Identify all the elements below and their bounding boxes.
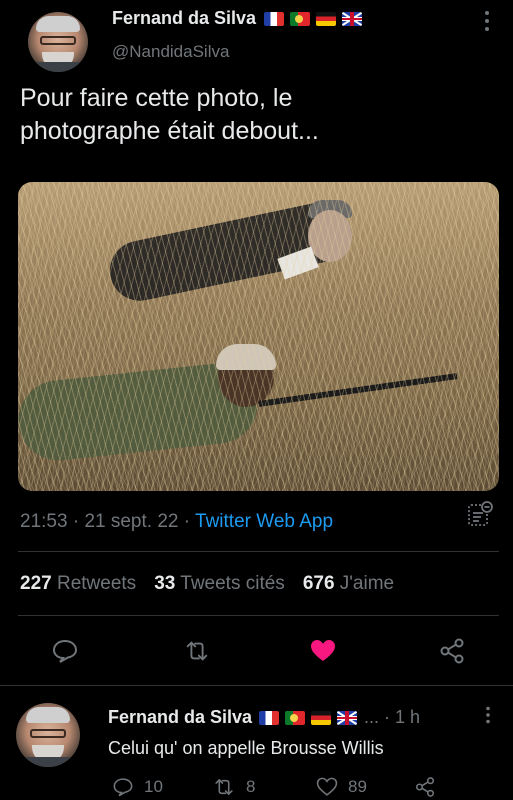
likes-stat[interactable]: 676 J'aime <box>303 573 394 595</box>
tweet-date: 21 sept. 22 <box>84 511 179 532</box>
avatar-glasses <box>40 36 76 45</box>
retweet-icon <box>215 779 233 795</box>
tweet-source-app[interactable]: Twitter Web App <box>195 511 333 532</box>
portugal-flag-icon <box>285 710 306 725</box>
reply-text: Celui qu' on appelle Brousse Willis <box>108 738 384 758</box>
reply-reply-action[interactable]: 10 <box>112 776 163 798</box>
quotes-label: Tweets cités <box>180 573 285 594</box>
tweet-time: 21:53 <box>20 511 68 532</box>
author-header: Fernand da Silva <box>112 8 363 29</box>
uk-flag-icon <box>337 710 358 725</box>
meta-sep-2: · <box>183 511 191 532</box>
heart-icon[interactable] <box>309 637 337 665</box>
tweet-photo[interactable] <box>18 182 499 491</box>
reply-share-action[interactable] <box>414 776 436 798</box>
avatar-hair <box>36 16 80 32</box>
author-name[interactable]: Fernand da Silva <box>112 8 256 29</box>
likes-label: J'aime <box>339 573 395 594</box>
reply-like-action[interactable]: 89 <box>316 776 367 798</box>
avatar-shirt <box>28 62 88 72</box>
retweet-icon[interactable] <box>183 637 211 665</box>
divider-1 <box>18 551 499 552</box>
france-flag-icon <box>259 710 280 725</box>
likes-count: 676 <box>302 573 335 594</box>
reply-time: ... · 1 h <box>364 707 421 727</box>
divider-2 <box>18 615 499 616</box>
author-handle[interactable]: @NandidaSilva <box>112 42 229 62</box>
author-avatar[interactable] <box>28 12 88 72</box>
share-icon[interactable] <box>438 637 466 665</box>
tweet-text-line1: Pour faire cette photo, le <box>20 84 293 112</box>
portugal-flag-icon <box>290 11 311 26</box>
retweets-count: 227 <box>20 573 52 594</box>
share-icon <box>415 777 435 797</box>
reply-author-avatar[interactable] <box>16 703 80 767</box>
meta-sep-1: · <box>72 511 80 532</box>
france-flag-icon <box>264 11 285 26</box>
retweets-stat[interactable]: 227 Retweets <box>20 573 136 595</box>
reply-replies-count: 10 <box>144 777 163 796</box>
avatar-hair <box>26 707 70 723</box>
more-vertical-icon[interactable] <box>482 10 492 32</box>
reply-icon[interactable] <box>51 637 79 665</box>
reply-author-name[interactable]: Fernand da Silva <box>108 707 252 728</box>
reply-header: Fernand da Silva ... · 1 h <box>108 707 420 728</box>
tweet-stats: 227 Retweets 33 Tweets cités 676 J'aime <box>20 573 394 595</box>
retweets-label: Retweets <box>56 573 137 594</box>
quotes-stat[interactable]: 33 Tweets cités <box>154 573 285 595</box>
heart-outline-icon <box>316 777 338 796</box>
reply-retweets-count: 8 <box>246 777 256 796</box>
reply-icon <box>113 778 133 797</box>
avatar-glasses <box>30 729 66 738</box>
germany-flag-icon <box>316 11 337 26</box>
tweet-text-line2: photographe était debout... <box>20 117 319 145</box>
reply-more-vertical-icon[interactable] <box>484 706 492 724</box>
photo-grass-overlay <box>18 182 499 491</box>
tweet-text: Pour faire cette photo, le photographe é… <box>20 82 490 148</box>
uk-flag-icon <box>342 11 363 26</box>
reply-likes-count: 89 <box>348 777 367 796</box>
tweet-meta: 21:53 · 21 sept. 22 · Twitter Web App <box>20 511 333 533</box>
reply-flag-emojis <box>259 710 358 725</box>
germany-flag-icon <box>311 710 332 725</box>
analytics-icon[interactable] <box>466 500 494 528</box>
reply-retweet-action[interactable]: 8 <box>212 776 255 798</box>
avatar-shirt <box>16 757 80 767</box>
quotes-count: 33 <box>154 573 176 594</box>
divider-3 <box>0 685 513 686</box>
flag-emojis <box>264 11 363 26</box>
